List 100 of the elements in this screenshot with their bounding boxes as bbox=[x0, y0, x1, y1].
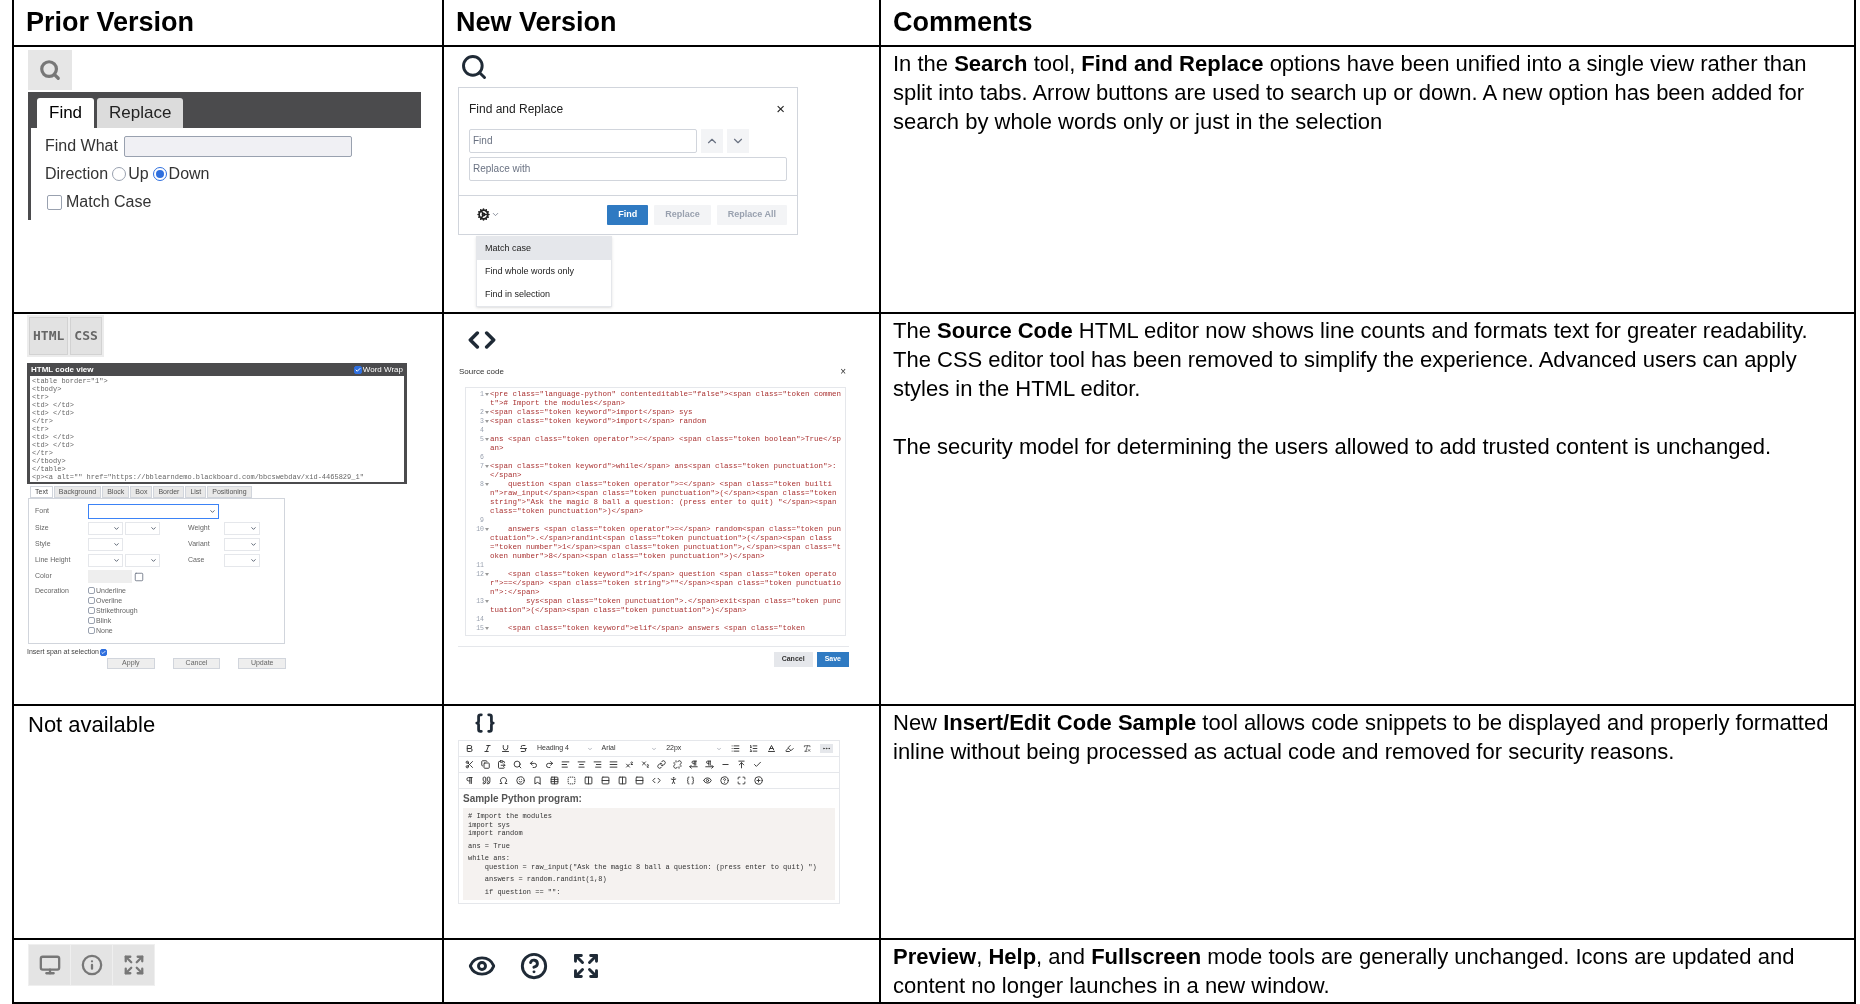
chevron-down-icon bbox=[250, 557, 257, 564]
fold-arrow-icon bbox=[485, 411, 489, 414]
help-icon[interactable] bbox=[720, 776, 729, 785]
toolbar-button[interactable]: HTML bbox=[29, 317, 69, 355]
tab[interactable]: Find bbox=[37, 98, 95, 128]
code-icon[interactable] bbox=[652, 776, 661, 785]
close-button[interactable]: × bbox=[774, 98, 787, 121]
settings-icon bbox=[477, 208, 490, 221]
numbered-list-icon[interactable] bbox=[748, 744, 758, 753]
plus-circle-icon[interactable] bbox=[754, 776, 763, 785]
toolbar-button[interactable] bbox=[71, 945, 112, 985]
checkbox[interactable] bbox=[88, 587, 95, 594]
bookmark-icon[interactable] bbox=[533, 776, 542, 785]
next-button[interactable] bbox=[727, 128, 749, 153]
comment-text: The security model for determining the users allowed to add trusted content is unchanged. bbox=[893, 433, 1773, 461]
copy-icon[interactable] bbox=[481, 760, 490, 769]
braces-icon[interactable] bbox=[686, 776, 695, 785]
pilcrow-right-icon[interactable] bbox=[705, 760, 714, 769]
checkbox[interactable] bbox=[47, 194, 62, 210]
checkbox[interactable] bbox=[88, 617, 95, 624]
chevron-down-icon bbox=[250, 525, 257, 532]
search-button[interactable] bbox=[28, 50, 72, 90]
tab[interactable]: Replace bbox=[97, 98, 184, 128]
find-field[interactable] bbox=[123, 135, 352, 157]
person-icon[interactable] bbox=[669, 776, 678, 785]
chevron-down-icon bbox=[586, 745, 593, 752]
field-label: Direction bbox=[45, 164, 109, 184]
replace-field[interactable]: Replace with bbox=[469, 156, 787, 181]
more-button[interactable] bbox=[820, 744, 833, 753]
clear-formatting-icon[interactable] bbox=[802, 744, 811, 753]
align-justify-icon[interactable] bbox=[609, 760, 618, 769]
chevron-down-icon bbox=[113, 557, 120, 564]
search-icon[interactable] bbox=[513, 760, 522, 769]
toolbar-button[interactable]: CSS bbox=[70, 317, 102, 355]
highlighter-icon[interactable] bbox=[784, 744, 794, 753]
find-field[interactable]: Find bbox=[469, 128, 697, 153]
menu-item[interactable]: Find in selection bbox=[477, 283, 611, 306]
rows-icon[interactable] bbox=[601, 776, 610, 785]
columns-icon[interactable] bbox=[584, 776, 593, 785]
pilcrow-icon[interactable] bbox=[465, 776, 474, 785]
undo-icon[interactable] bbox=[529, 760, 538, 769]
quote-icon[interactable] bbox=[482, 776, 491, 785]
help-icon[interactable] bbox=[520, 952, 548, 980]
expand-icon[interactable] bbox=[572, 952, 600, 980]
paste-icon[interactable] bbox=[497, 760, 506, 769]
column-header: Comments bbox=[893, 6, 1033, 40]
superscript-icon[interactable] bbox=[625, 760, 634, 769]
upload-icon[interactable] bbox=[737, 760, 746, 769]
checkbox[interactable] bbox=[353, 365, 362, 374]
search-icon bbox=[39, 59, 61, 81]
settings-dropdown[interactable] bbox=[477, 208, 500, 221]
align-center-icon[interactable] bbox=[577, 760, 586, 769]
smile-icon[interactable] bbox=[516, 776, 525, 785]
fullscreen-icon[interactable] bbox=[737, 776, 746, 785]
menu-item[interactable]: Match case bbox=[477, 237, 611, 260]
chevron-down-icon bbox=[150, 525, 157, 532]
bold-icon[interactable] bbox=[465, 744, 474, 753]
chevron-down-icon bbox=[113, 525, 120, 532]
column-header: New Version bbox=[456, 6, 617, 40]
primary-button[interactable]: Find bbox=[607, 204, 649, 225]
table-icon[interactable] bbox=[550, 776, 559, 785]
redo-icon[interactable] bbox=[545, 760, 554, 769]
strikethrough-icon[interactable] bbox=[519, 744, 528, 753]
color-picker-icon[interactable] bbox=[134, 571, 144, 582]
chevron-down-icon bbox=[715, 745, 722, 752]
checkbox[interactable] bbox=[100, 648, 107, 656]
checkbox-label: Word Wrap bbox=[362, 363, 403, 376]
columns-icon[interactable] bbox=[618, 776, 627, 785]
column-header: Prior Version bbox=[26, 6, 195, 40]
pilcrow-left-icon[interactable] bbox=[689, 760, 698, 769]
check-icon[interactable] bbox=[753, 760, 762, 769]
radio-label: Up bbox=[128, 164, 149, 184]
omega-icon[interactable] bbox=[499, 776, 508, 785]
italic-icon[interactable] bbox=[483, 744, 492, 753]
underline-icon[interactable] bbox=[501, 744, 510, 753]
bullet-list-icon[interactable] bbox=[730, 744, 740, 753]
toolbar-button[interactable] bbox=[113, 945, 154, 985]
square-icon[interactable] bbox=[567, 776, 576, 785]
comment-text: In the Search tool, Find and Replace options have been unified into a single view rather than split into tabs. Arrow buttons are used to search up or down. A new option has been added for search by whole words only or just in the selection bbox=[893, 50, 1808, 136]
fold-arrow-icon bbox=[485, 528, 489, 531]
unlink-icon[interactable] bbox=[673, 760, 682, 769]
checkbox[interactable] bbox=[88, 597, 95, 604]
checkbox[interactable] bbox=[88, 607, 95, 614]
rows-icon[interactable] bbox=[635, 776, 644, 785]
link-icon[interactable] bbox=[657, 760, 666, 769]
previous-button[interactable] bbox=[701, 128, 723, 153]
subscript-icon[interactable] bbox=[641, 760, 650, 769]
close-button[interactable]: × bbox=[838, 364, 848, 379]
menu-item[interactable]: Find whole words only bbox=[477, 260, 611, 283]
heading-text: Sample Python program: bbox=[462, 792, 583, 806]
chevron-down-icon bbox=[491, 210, 500, 219]
toolbar-button[interactable] bbox=[29, 945, 70, 985]
align-left-icon[interactable] bbox=[561, 760, 570, 769]
fold-arrow-icon bbox=[485, 627, 489, 630]
checkbox[interactable] bbox=[88, 627, 95, 634]
eye-icon[interactable] bbox=[703, 776, 712, 785]
scissors-icon[interactable] bbox=[465, 760, 474, 769]
text-color-icon[interactable] bbox=[766, 744, 776, 753]
dropdown[interactable] bbox=[88, 504, 219, 519]
align-right-icon[interactable] bbox=[593, 760, 602, 769]
